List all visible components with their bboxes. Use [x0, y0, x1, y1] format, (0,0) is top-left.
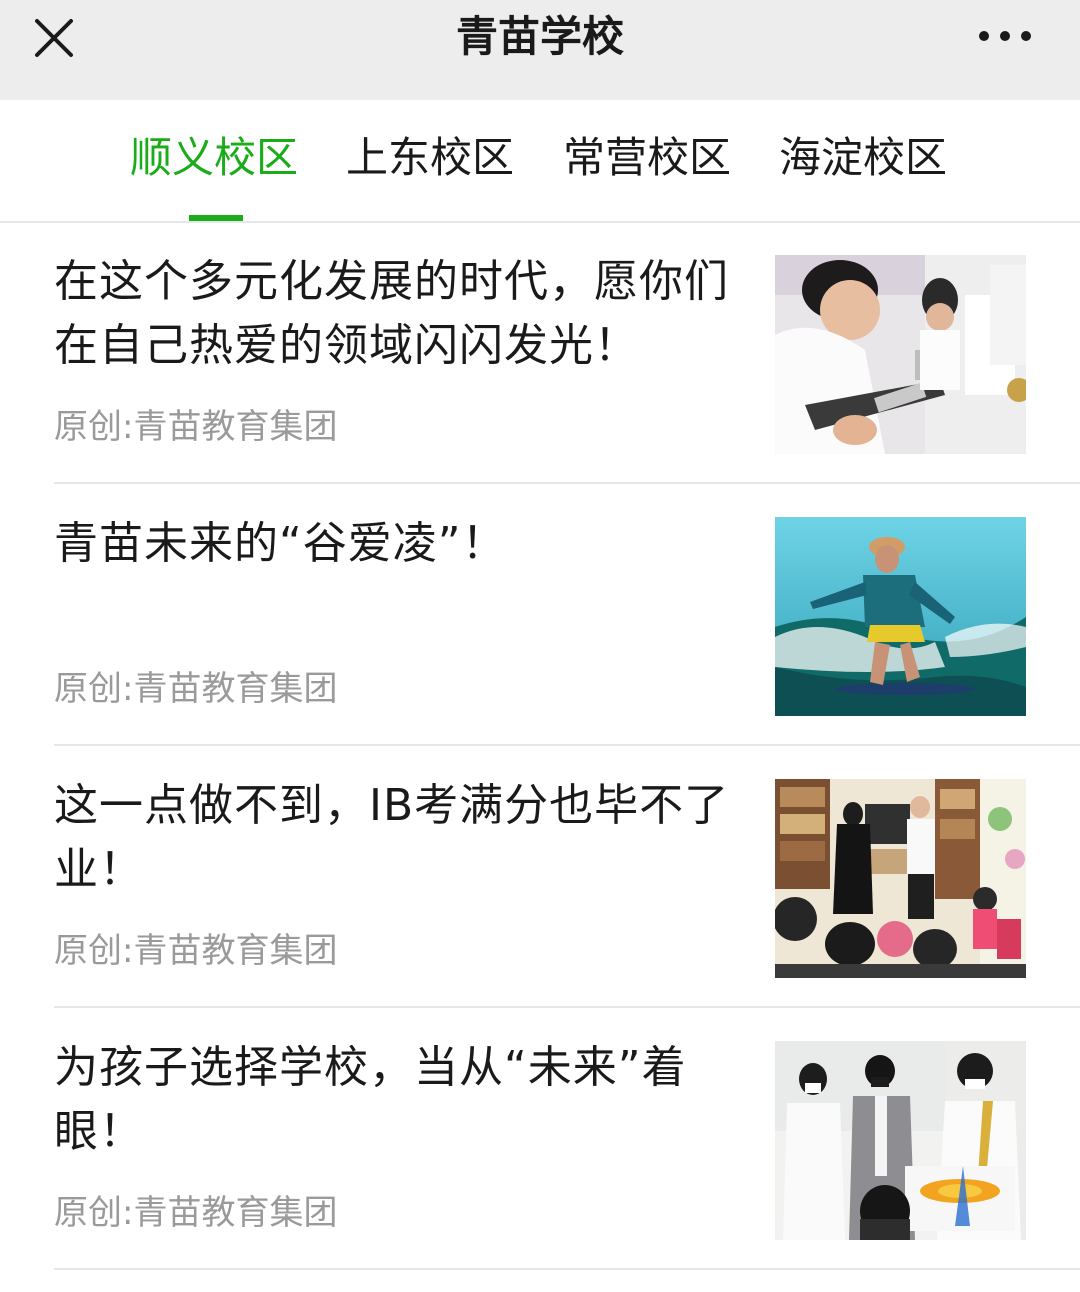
tab-shangdong[interactable]: 上东校区 [346, 130, 514, 186]
article-item[interactable]: 这一点做不到，IB考满分也毕不了业！ 原创:青苗教育集团 [0, 746, 1080, 1008]
active-tab-indicator [189, 215, 243, 221]
article-thumbnail [775, 255, 1026, 454]
list-divider [54, 1268, 1080, 1270]
article-source: 原创:青苗教育集团 [54, 669, 338, 709]
article-source: 原创:青苗教育集团 [54, 407, 338, 447]
more-dots-icon[interactable] [970, 14, 1040, 58]
article-source: 原创:青苗教育集团 [54, 931, 338, 971]
article-title: 青苗未来的“谷爱凌”！ [54, 518, 507, 569]
page-title: 青苗学校 [455, 12, 624, 61]
article-thumbnail [775, 779, 1026, 978]
top-bar: 青苗学校 [0, 0, 1080, 100]
tab-haidian[interactable]: 海淀校区 [779, 130, 947, 186]
article-item[interactable]: 在这个多元化发展的时代，愿你们在自己热爱的领域闪闪发光！ 原创:青苗教育集团 [0, 222, 1080, 484]
tab-changying[interactable]: 常营校区 [563, 130, 731, 186]
article-title: 为孩子选择学校，当从“未来”着眼！ [54, 1042, 687, 1157]
article-item[interactable]: 为孩子选择学校，当从“未来”着眼！ 原创:青苗教育集团 [0, 1008, 1080, 1270]
article-thumbnail [775, 517, 1026, 716]
article-title: 这一点做不到，IB考满分也毕不了业！ [54, 780, 730, 895]
article-item[interactable]: 青苗未来的“谷爱凌”！ 原创:青苗教育集团 [0, 484, 1080, 746]
campus-tabs: 顺义校区 上东校区 常营校区 海淀校区 [0, 100, 1080, 223]
article-source: 原创:青苗教育集团 [54, 1193, 338, 1233]
article-title: 在这个多元化发展的时代，愿你们在自己热爱的领域闪闪发光！ [54, 256, 729, 371]
close-icon[interactable] [28, 12, 80, 64]
tab-shunyi[interactable]: 顺义校区 [130, 130, 298, 186]
article-thumbnail [775, 1041, 1026, 1240]
